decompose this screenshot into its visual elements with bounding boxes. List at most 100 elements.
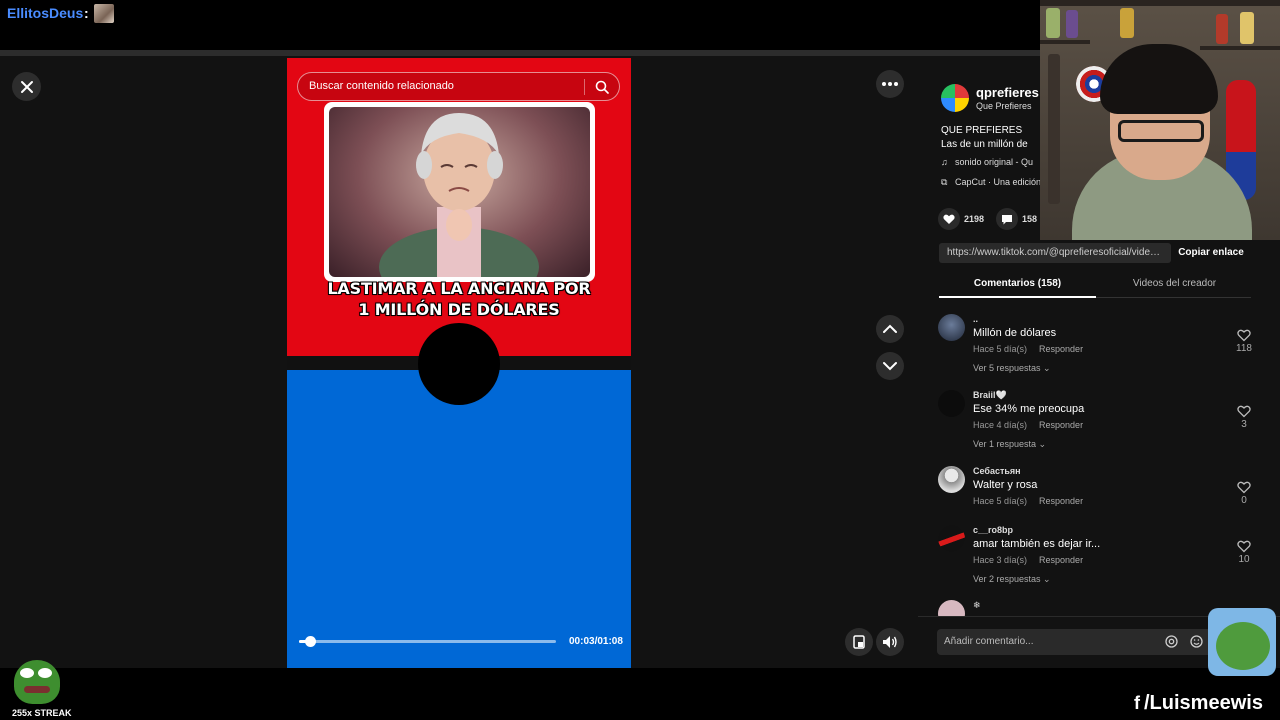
video-player[interactable]: Buscar contenido relacionado LASTIMAR A	[287, 58, 631, 668]
comment-like-icon[interactable]	[1237, 328, 1251, 342]
video-thumbnail-frame	[324, 102, 595, 282]
mention-icon[interactable]	[1165, 635, 1178, 648]
chat-username: EllitosDeus	[7, 5, 84, 21]
comment-like-count: 3	[1241, 419, 1247, 430]
close-button[interactable]	[12, 72, 41, 101]
streak-label: 255x STREAK	[12, 708, 72, 718]
author-name[interactable]: qprefieres	[976, 85, 1040, 100]
search-icon[interactable]	[595, 80, 609, 94]
chevron-down-icon	[883, 362, 897, 371]
view-replies-button[interactable]: Ver 5 respuestas ⌄	[973, 363, 1051, 374]
comment-item: c__ro8bp amar también es dejar ir... Hac…	[938, 525, 1258, 595]
sound-line[interactable]: ♫ sonido original - Qu	[941, 157, 1041, 167]
related-search-field[interactable]: Buscar contenido relacionado	[297, 72, 620, 101]
view-replies-button[interactable]: Ver 1 respuesta ⌄	[973, 439, 1046, 450]
comment-username[interactable]: Braiil🤍	[973, 390, 1007, 401]
comment-like-icon[interactable]	[1237, 539, 1251, 553]
comment-item: .. Millón de dólares Hace 5 día(s) Respon…	[938, 314, 1258, 384]
pip-icon	[853, 635, 865, 649]
like-button[interactable]	[938, 208, 960, 230]
facebook-icon: f	[1134, 693, 1140, 713]
comment-text: amar también es dejar ir...	[973, 538, 1101, 550]
more-options-button[interactable]	[876, 70, 904, 98]
social-handle: f/Luismeewis	[1134, 692, 1263, 715]
comment-text: Millón de dólares	[973, 327, 1057, 339]
video-link[interactable]: https://www.tiktok.com/@qprefieresoficia…	[939, 243, 1171, 263]
reply-button[interactable]: Responder	[1039, 496, 1083, 506]
crying-grandma-image	[329, 107, 590, 277]
comment-avatar[interactable]	[938, 600, 965, 616]
comment-avatar[interactable]	[938, 314, 965, 341]
comment-button[interactable]	[996, 208, 1018, 230]
chat-emote-icon	[94, 4, 114, 23]
emoji-icon[interactable]	[1190, 635, 1203, 648]
comment-meta: Hace 5 día(s) Responder	[973, 496, 1083, 506]
comment-username[interactable]: Себастьян	[973, 466, 1021, 476]
view-replies-button[interactable]: Ver 2 respuestas ⌄	[973, 574, 1051, 585]
reply-button[interactable]: Responder	[1039, 344, 1083, 354]
comment-icon	[1002, 214, 1012, 224]
sound-name: sonido original - Qu	[955, 157, 1034, 167]
search-separator	[584, 79, 585, 95]
comment-time: Hace 3 día(s)	[973, 555, 1028, 565]
more-dots-icon	[882, 82, 898, 86]
previous-video-button[interactable]	[876, 315, 904, 343]
video-caption-overlay: LASTIMAR A LA ANCIANA POR 1 MILLÓN DE DÓ…	[287, 278, 631, 320]
comment-placeholder: Añadir comentario...	[944, 636, 1034, 647]
comment-meta: Hace 5 día(s) Responder	[973, 344, 1083, 354]
comment-meta: Hace 3 día(s) Responder	[973, 555, 1083, 565]
caption-line-2: 1 MILLÓN DE DÓLARES	[358, 300, 560, 319]
comment-username[interactable]: ..	[973, 314, 978, 324]
author-nickname: Que Prefieres	[976, 101, 1032, 111]
comment-time: Hace 4 día(s)	[973, 420, 1028, 430]
caption-line-1: LASTIMAR A LA ANCIANA POR	[327, 279, 591, 298]
search-placeholder: Buscar contenido relacionado	[309, 80, 454, 92]
comment-like-count: 0	[1241, 495, 1247, 506]
chevron-up-icon	[883, 324, 897, 333]
video-time: 00:03/01:08	[569, 636, 623, 647]
comment-like-count: 118	[1236, 343, 1252, 354]
comment-avatar[interactable]	[938, 466, 965, 493]
volume-button[interactable]	[876, 628, 904, 656]
comment-item: Braiil🤍 Ese 34% me preocupa Hace 4 día(s…	[938, 390, 1258, 460]
capcut-icon: ⧉	[941, 177, 948, 187]
comment-like-icon[interactable]	[1237, 404, 1251, 418]
comment-text: Walter y rosa	[973, 479, 1038, 491]
streamer-webcam	[1040, 0, 1280, 240]
tab-comments[interactable]: Comentarios (158)	[939, 278, 1096, 289]
comment-time: Hace 5 día(s)	[973, 496, 1028, 506]
comment-avatar[interactable]	[938, 390, 965, 417]
comment-like-count: 10	[1238, 554, 1250, 565]
replies-label: Ver 2 respuestas	[973, 574, 1041, 584]
volume-icon	[883, 636, 897, 648]
reply-button[interactable]: Responder	[1039, 420, 1083, 430]
comment-avatar[interactable]	[938, 525, 965, 552]
comment-time: Hace 5 día(s)	[973, 344, 1028, 354]
capcut-line[interactable]: ⧉ CapCut · Una edición	[941, 177, 1041, 188]
chat-separator: :	[84, 5, 89, 21]
comment-username[interactable]: ❄	[973, 600, 981, 611]
comment-username[interactable]: c__ro8bp	[973, 525, 1013, 535]
tab-creator-videos[interactable]: Videos del creador	[1096, 278, 1253, 289]
video-description: QUE PREFIERES Las de un millón de dóla	[941, 125, 1028, 150]
social-handle-text: /Luismeewis	[1144, 692, 1263, 714]
pepe-bed-emote-icon	[1208, 608, 1276, 676]
comment-item: Себастьян Walter y rosa Hace 5 día(s) Res…	[938, 466, 1258, 516]
video-center-circle	[418, 323, 500, 405]
close-icon	[20, 80, 33, 93]
comment-text: Ese 34% me preocupa	[973, 403, 1085, 415]
video-bottom-half	[287, 370, 631, 668]
pepe-emote-icon	[14, 660, 60, 704]
floating-player-button[interactable]	[845, 628, 873, 656]
comment-count: 158	[1022, 214, 1038, 224]
copy-link-button[interactable]: Copiar enlace	[1171, 243, 1251, 263]
replies-label: Ver 5 respuestas	[973, 363, 1041, 373]
like-count: 2198	[964, 214, 985, 224]
comment-meta: Hace 4 día(s) Responder	[973, 420, 1083, 430]
next-video-button[interactable]	[876, 352, 904, 380]
heart-icon	[943, 214, 955, 224]
author-avatar[interactable]	[941, 84, 969, 112]
progress-bar[interactable]	[299, 636, 556, 647]
comment-like-icon[interactable]	[1237, 480, 1251, 494]
reply-button[interactable]: Responder	[1039, 555, 1083, 565]
